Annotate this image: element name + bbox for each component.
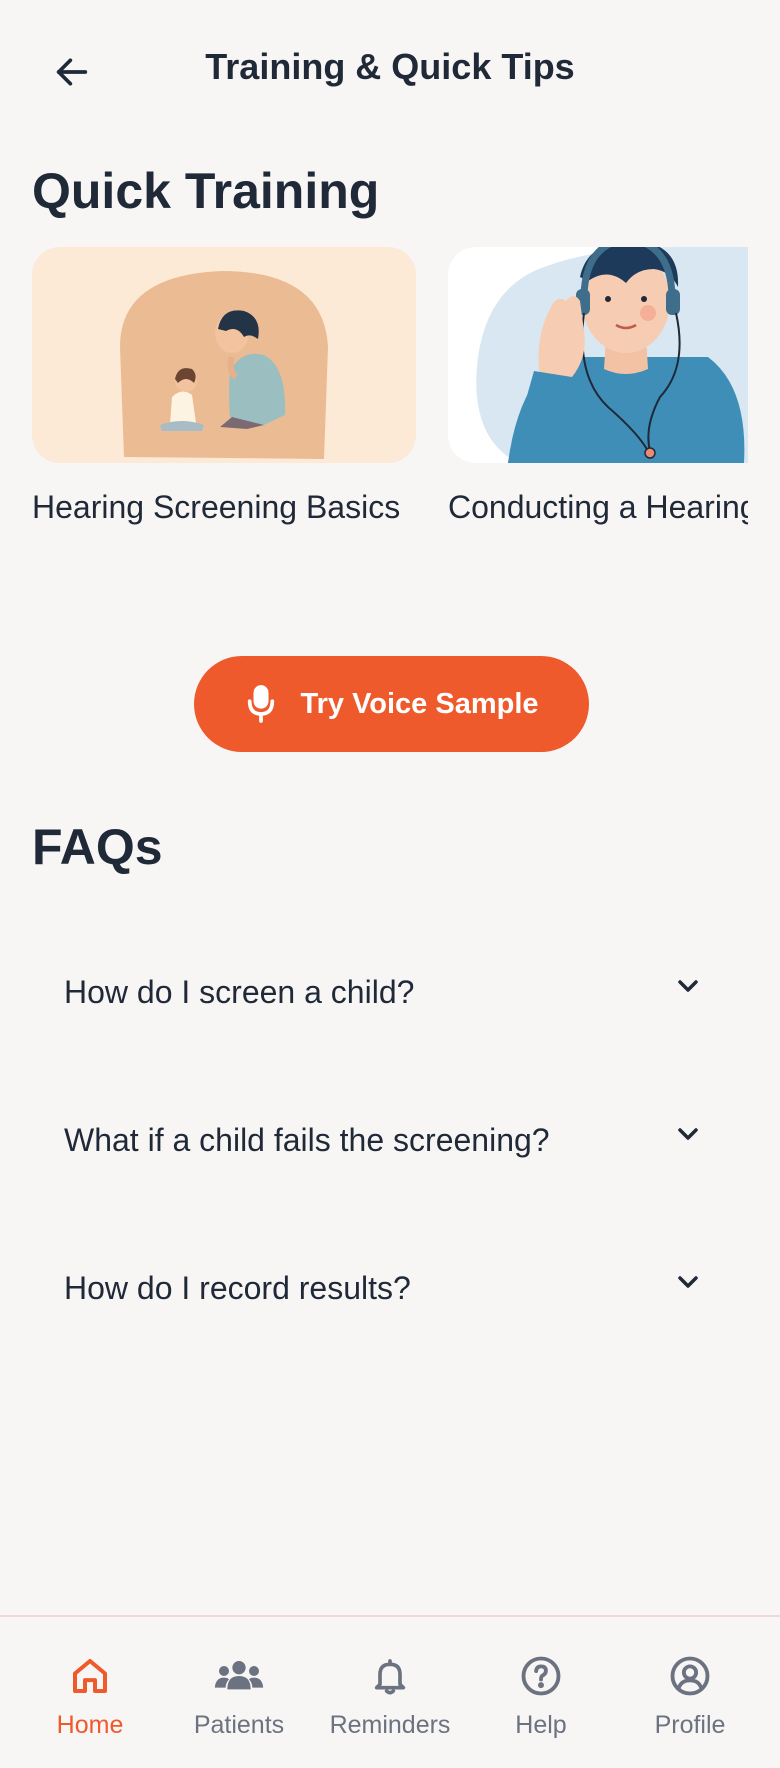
training-card-title: Hearing Screening Basics [32,489,401,525]
training-card-hearing-screening-basics[interactable]: Hearing Screening Basics [32,247,416,531]
help-circle-icon [521,1656,561,1696]
child-and-adult-listening-illustration [32,247,416,463]
nav-label: Profile [654,1711,726,1739]
nav-label: Patients [193,1711,285,1739]
training-carousel[interactable]: Hearing Screening Basics Conducting a He… [0,247,748,587]
training-card-conducting-hearing-test[interactable]: Conducting a Hearing Test [448,247,748,531]
users-icon [214,1661,264,1690]
nav-label: Help [515,1711,567,1739]
nav-item-reminders[interactable]: Reminders [315,1617,465,1768]
nav-item-home[interactable]: Home [15,1617,165,1768]
faq-item[interactable]: How do I screen a child? [32,934,748,1054]
home-icon [73,1659,107,1693]
chevron-down-icon [678,1128,698,1140]
nav-item-help[interactable]: Help [466,1617,616,1768]
nav-item-profile[interactable]: Profile [615,1617,765,1768]
try-voice-sample-label: Try Voice Sample [300,687,539,720]
top-app-bar: Training & Quick Tips [0,0,780,144]
nav-label: Home [56,1711,124,1739]
try-voice-sample-button[interactable]: Try Voice Sample [194,656,589,752]
nav-label: Reminders [329,1711,451,1739]
page-title: Training & Quick Tips [205,46,575,87]
person-with-headphones-illustration [448,247,748,463]
microphone-icon [248,685,275,723]
training-card-title: Conducting a Hearing Test [448,489,748,525]
faq-item[interactable]: How do I record results? [32,1230,748,1350]
quick-training-heading: Quick Training [32,163,380,219]
faq-item[interactable]: What if a child fails the screening? [32,1082,748,1202]
faq-question: What if a child fails the screening? [64,1122,550,1158]
faq-question: How do I screen a child? [64,974,415,1010]
nav-item-patients[interactable]: Patients [164,1617,314,1768]
faqs-heading: FAQs [32,819,163,875]
chevron-down-icon [678,980,698,992]
bottom-navigation: Home Patients Reminders Help Profile [0,1615,780,1768]
bell-icon [374,1659,406,1695]
faq-question: How do I record results? [64,1270,411,1306]
profile-icon [670,1656,710,1696]
chevron-down-icon [678,1276,698,1288]
